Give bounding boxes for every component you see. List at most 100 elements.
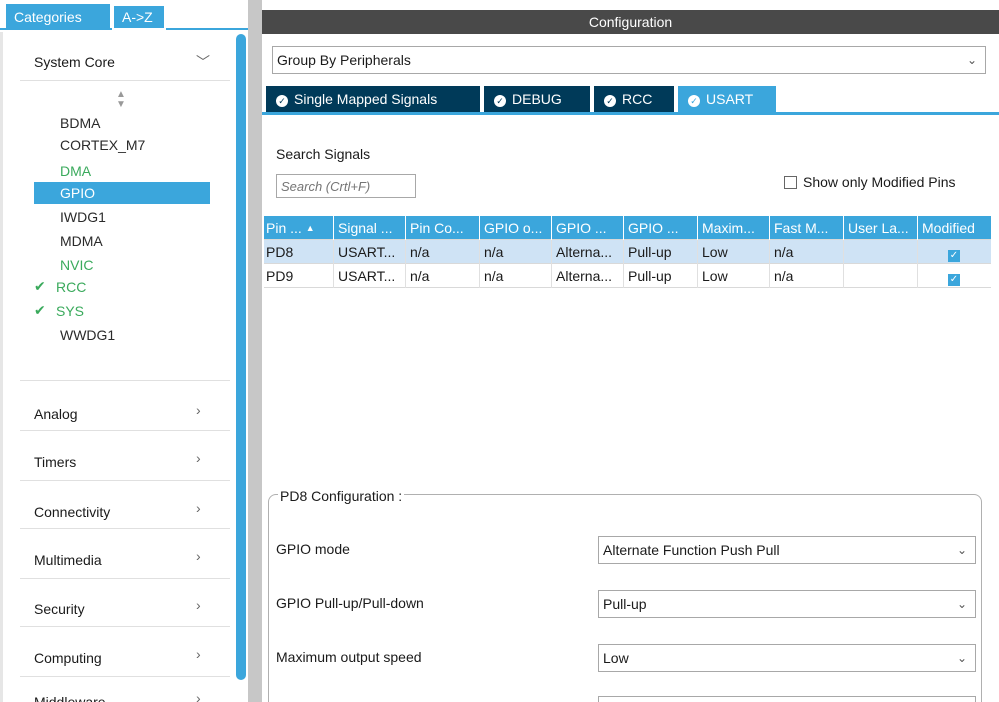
- check-circle-icon: ✓: [604, 95, 616, 107]
- table-cell: n/a: [482, 240, 552, 264]
- modified-cell[interactable]: ✓: [920, 240, 991, 264]
- divider: [20, 676, 230, 677]
- table-header: Pin ... ▲ Signal ... Pin Co... GPIO o... …: [264, 216, 991, 240]
- column-header[interactable]: GPIO o...: [482, 216, 552, 240]
- show-modified-checkbox[interactable]: Show only Modified Pins: [784, 174, 956, 190]
- table-cell: PD9: [264, 264, 334, 288]
- table-cell: [846, 240, 918, 264]
- tab-categories[interactable]: Categories: [6, 4, 110, 30]
- tab-label: Single Mapped Signals: [294, 91, 438, 107]
- categories-panel: Categories A->Z System Core ﹀ ▲ ▼ BDMA CO…: [0, 0, 248, 702]
- tab-label: DEBUG: [512, 91, 562, 107]
- sidebar-item-rcc[interactable]: RCC: [56, 276, 86, 298]
- column-header[interactable]: User La...: [846, 216, 918, 240]
- chevron-down-icon: ⌄: [956, 543, 967, 557]
- table-cell: PD8: [264, 240, 334, 264]
- table-row[interactable]: PD8 USART... n/a n/a Alterna... Pull-up …: [264, 240, 991, 264]
- column-header[interactable]: Fast M...: [772, 216, 844, 240]
- sort-icon[interactable]: ▲ ▼: [116, 90, 126, 110]
- table-cell: [846, 264, 918, 288]
- sidebar-item-gpio[interactable]: GPIO: [34, 182, 210, 204]
- gpio-mode-label: GPIO mode: [276, 541, 350, 557]
- gpio-pull-value: Pull-up: [603, 596, 647, 612]
- category-analog[interactable]: Analog: [34, 406, 78, 422]
- gpio-pull-label: GPIO Pull-up/Pull-down: [276, 595, 424, 611]
- category-security[interactable]: Security: [34, 601, 85, 617]
- gpio-mode-select[interactable]: Alternate Function Push Pull ⌄: [598, 536, 976, 564]
- sidebar-item-wwdg1[interactable]: WWDG1: [60, 324, 115, 346]
- chevron-right-icon[interactable]: ›: [196, 500, 201, 516]
- table-cell: USART...: [336, 264, 406, 288]
- tab-single-mapped-signals[interactable]: ✓ Single Mapped Signals: [266, 86, 482, 112]
- column-header[interactable]: Pin Co...: [408, 216, 480, 240]
- column-header[interactable]: Pin ... ▲: [264, 216, 334, 240]
- category-timers[interactable]: Timers: [34, 454, 76, 470]
- sidebar-item-nvic[interactable]: NVIC: [60, 254, 93, 276]
- user-label-field[interactable]: [598, 696, 976, 702]
- configuration-panel: Configuration Group By Peripherals ⌄ ✓ Si…: [262, 0, 999, 702]
- sidebar-item-cortex-m7[interactable]: CORTEX_M7: [60, 134, 145, 156]
- column-header[interactable]: Signal ...: [336, 216, 406, 240]
- category-tabs: Categories A->Z: [0, 0, 248, 30]
- scrollbar[interactable]: [236, 34, 246, 680]
- output-speed-select[interactable]: Low ⌄: [598, 644, 976, 672]
- chevron-right-icon[interactable]: ›: [196, 646, 201, 662]
- table-cell: USART...: [336, 240, 406, 264]
- table-row[interactable]: PD9 USART... n/a n/a Alterna... Pull-up …: [264, 264, 991, 288]
- chevron-down-icon: ⌄: [956, 651, 967, 665]
- table-cell: n/a: [408, 240, 480, 264]
- table-cell: n/a: [482, 264, 552, 288]
- sidebar-item-mdma[interactable]: MDMA: [60, 230, 103, 252]
- signals-table: Pin ... ▲ Signal ... Pin Co... GPIO o... …: [264, 216, 991, 288]
- tab-rcc[interactable]: ✓ RCC: [594, 86, 676, 112]
- sidebar-item-bdma[interactable]: BDMA: [60, 112, 100, 134]
- chevron-right-icon[interactable]: ›: [196, 597, 201, 613]
- table-cell: n/a: [772, 264, 844, 288]
- category-connectivity[interactable]: Connectivity: [34, 504, 110, 520]
- column-header[interactable]: Modified: [920, 216, 991, 240]
- category-computing[interactable]: Computing: [34, 650, 102, 666]
- chevron-down-icon[interactable]: ﹀: [196, 52, 210, 72]
- table-cell: Pull-up: [626, 264, 698, 288]
- tab-label: USART: [706, 91, 754, 107]
- chevron-down-icon: ⌄: [956, 597, 967, 611]
- checkbox-icon: [784, 176, 797, 189]
- divider: [20, 528, 230, 529]
- check-icon: ✔: [34, 278, 46, 294]
- panel-border: [0, 32, 3, 702]
- chevron-right-icon[interactable]: ›: [196, 548, 201, 564]
- search-input[interactable]: [276, 174, 416, 198]
- gpio-pull-select[interactable]: Pull-up ⌄: [598, 590, 976, 618]
- category-multimedia[interactable]: Multimedia: [34, 552, 102, 568]
- checked-checkbox-icon[interactable]: ✓: [948, 250, 960, 262]
- divider: [20, 380, 230, 381]
- category-middleware[interactable]: Middleware: [34, 694, 106, 702]
- checked-checkbox-icon[interactable]: ✓: [948, 274, 960, 286]
- chevron-down-icon: ⌄: [966, 53, 977, 67]
- modified-cell[interactable]: ✓: [920, 264, 991, 288]
- divider: [20, 430, 230, 431]
- show-modified-label: Show only Modified Pins: [803, 174, 956, 190]
- sidebar-item-dma[interactable]: DMA: [60, 160, 91, 182]
- table-cell: Low: [700, 264, 770, 288]
- table-cell: Pull-up: [626, 240, 698, 264]
- chevron-right-icon[interactable]: ›: [196, 690, 201, 702]
- tab-a-z[interactable]: A->Z: [112, 4, 166, 30]
- divider: [20, 626, 230, 627]
- check-circle-icon: ✓: [688, 95, 700, 107]
- panel-splitter[interactable]: [248, 0, 262, 702]
- tab-usart[interactable]: ✓ USART: [678, 86, 778, 112]
- tab-debug[interactable]: ✓ DEBUG: [484, 86, 592, 112]
- pin-configuration-title: PD8 Configuration :: [278, 488, 405, 504]
- category-system-core[interactable]: System Core: [34, 54, 115, 70]
- column-header[interactable]: GPIO ...: [554, 216, 624, 240]
- output-speed-label: Maximum output speed: [276, 649, 422, 665]
- group-by-select[interactable]: Group By Peripherals ⌄: [272, 46, 986, 74]
- column-header[interactable]: Maxim...: [700, 216, 770, 240]
- tab-underline: [262, 112, 999, 115]
- chevron-right-icon[interactable]: ›: [196, 450, 201, 466]
- column-header[interactable]: GPIO ...: [626, 216, 698, 240]
- sidebar-item-iwdg1[interactable]: IWDG1: [60, 206, 106, 228]
- chevron-right-icon[interactable]: ›: [196, 402, 201, 418]
- sidebar-item-sys[interactable]: SYS: [56, 300, 84, 322]
